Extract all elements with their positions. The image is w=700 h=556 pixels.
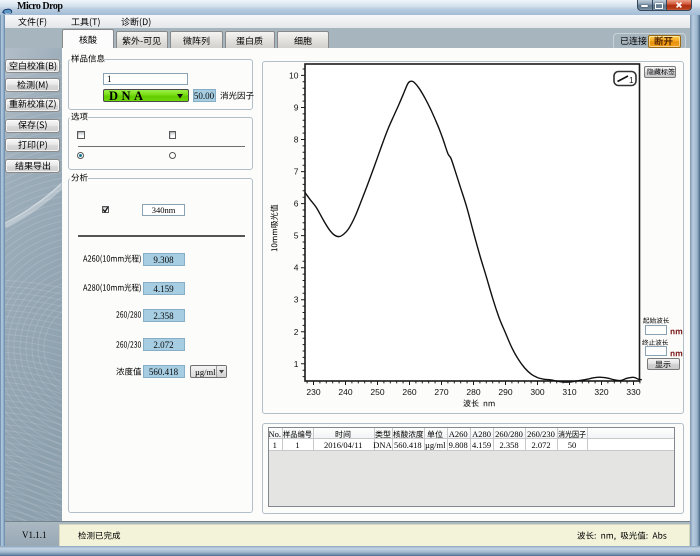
svg-text:230: 230 [306,387,320,397]
svg-text:8: 8 [294,135,299,145]
svg-text:3: 3 [294,295,299,305]
svg-text:2: 2 [294,327,299,337]
svg-text:9: 9 [294,103,299,113]
svg-text:5: 5 [294,231,299,241]
svg-text:1: 1 [294,359,299,369]
svg-text:270: 270 [434,387,448,397]
svg-text:10: 10 [289,70,299,80]
svg-text:300: 300 [530,387,544,397]
svg-text:290: 290 [498,387,512,397]
svg-text:240: 240 [338,387,352,397]
svg-text:320: 320 [594,387,608,397]
svg-text:6: 6 [294,199,299,209]
svg-text:7: 7 [294,167,299,177]
svg-text:260: 260 [402,387,416,397]
svg-text:310: 310 [562,387,576,397]
svg-text:280: 280 [466,387,480,397]
svg-text:330: 330 [626,387,640,397]
svg-text:4: 4 [294,263,299,273]
svg-text:250: 250 [370,387,384,397]
svg-text:1: 1 [629,76,634,85]
